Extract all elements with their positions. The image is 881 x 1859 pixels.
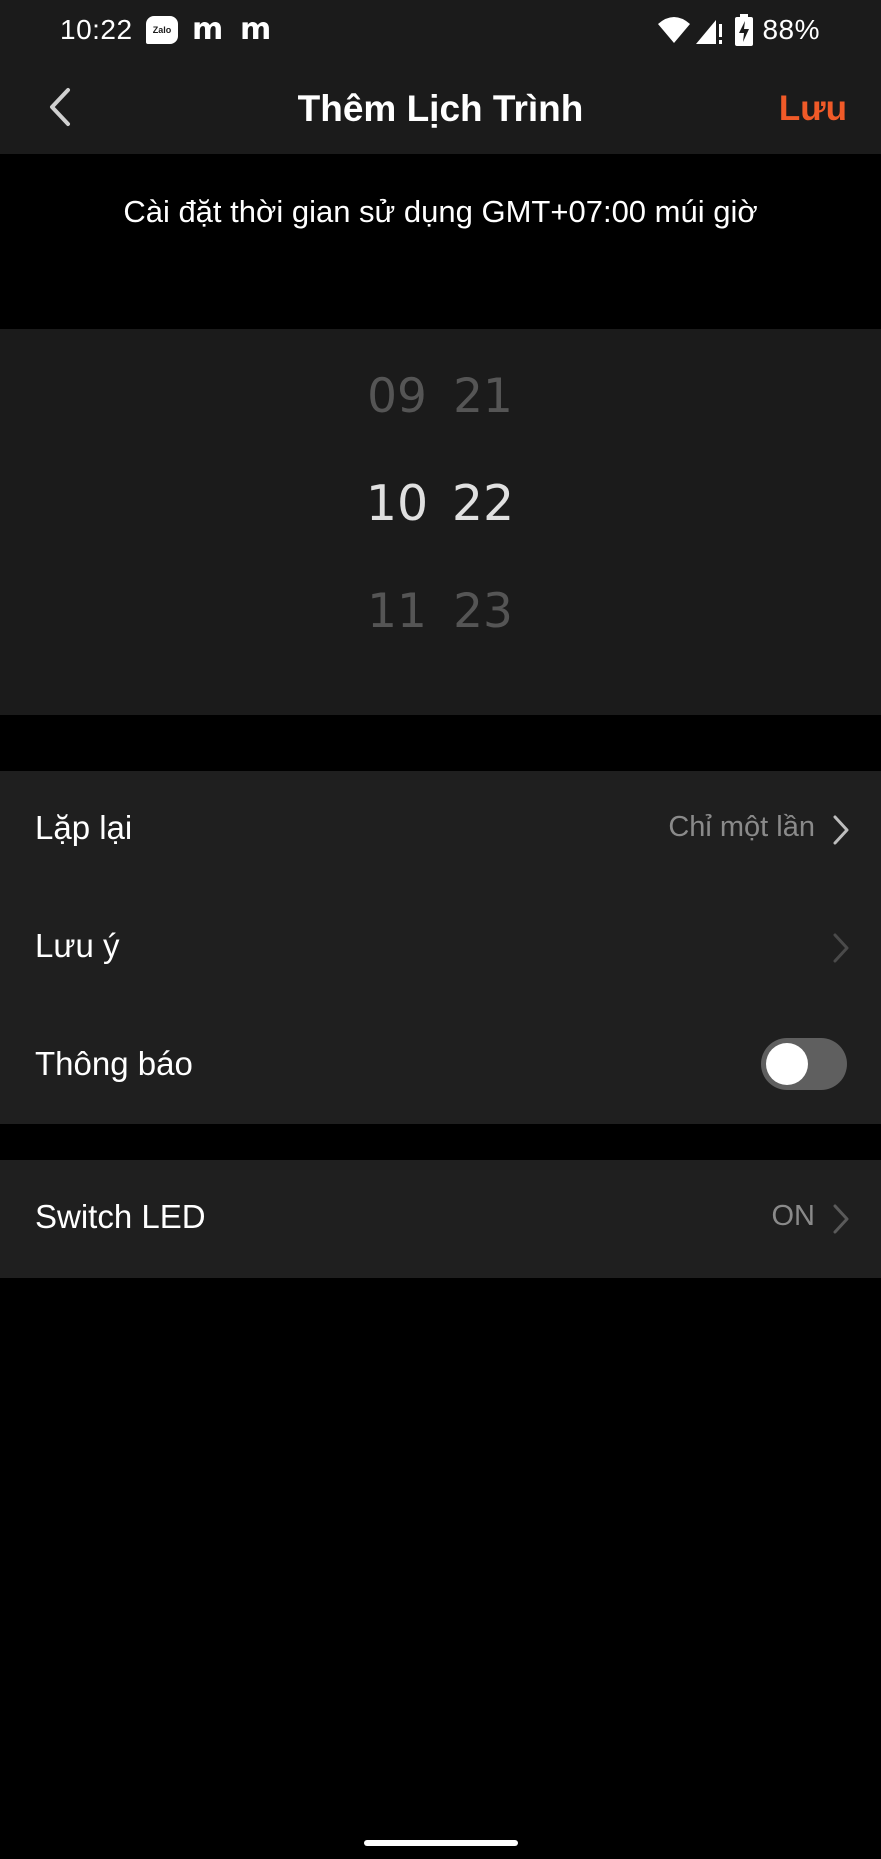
- switch-led-label: Switch LED: [35, 1198, 206, 1235]
- chevron-right-icon: [833, 815, 849, 845]
- notify-row: Thông báo: [0, 1007, 881, 1125]
- notify-label: Thông báo: [35, 1045, 193, 1082]
- notify-toggle[interactable]: [761, 1038, 847, 1090]
- hour-selected[interactable]: 10: [352, 475, 442, 532]
- zalo-icon: Zalo: [146, 16, 178, 44]
- time-picker[interactable]: 09 10 11 21 22 23: [0, 329, 881, 715]
- repeat-label: Lặp lại: [35, 809, 133, 846]
- m-app-icon: m: [240, 12, 272, 47]
- battery-icon: [735, 14, 753, 46]
- switch-led-row[interactable]: Switch LED ON: [0, 1160, 881, 1278]
- note-label: Lưu ý: [35, 927, 120, 964]
- page-title: Thêm Lịch Trình: [297, 88, 584, 129]
- hour-option[interactable]: 11: [352, 584, 442, 639]
- chevron-right-icon: [833, 933, 849, 963]
- app-header: Thêm Lịch Trình Lưu: [0, 60, 881, 154]
- timezone-note: Cài đặt thời gian sử dụng GMT+07:00 múi …: [123, 194, 758, 229]
- status-time: 10:22: [60, 14, 133, 45]
- minute-option[interactable]: 23: [438, 584, 528, 639]
- minute-option[interactable]: 21: [438, 369, 528, 424]
- minute-selected[interactable]: 22: [438, 475, 528, 532]
- repeat-value: Chỉ một lần: [668, 811, 815, 843]
- note-row[interactable]: Lưu ý: [0, 889, 881, 1007]
- action-settings: Switch LED ON: [0, 1160, 881, 1278]
- repeat-row[interactable]: Lặp lại Chỉ một lần: [0, 771, 881, 889]
- schedule-settings: Lặp lại Chỉ một lần Lưu ý Thông báo: [0, 771, 881, 1124]
- toggle-knob: [766, 1043, 808, 1085]
- battery-percent: 88%: [762, 14, 820, 45]
- switch-led-value: ON: [771, 1200, 816, 1232]
- chevron-right-icon: [833, 1204, 849, 1234]
- save-button[interactable]: Lưu: [779, 89, 847, 129]
- hour-option[interactable]: 09: [352, 369, 442, 424]
- wifi-icon: [658, 17, 690, 43]
- status-bar: 10:22 Zalo m m 88%: [0, 0, 881, 60]
- home-indicator[interactable]: [364, 1840, 518, 1846]
- m-app-icon: m: [192, 12, 224, 47]
- signal-icon: [696, 20, 722, 44]
